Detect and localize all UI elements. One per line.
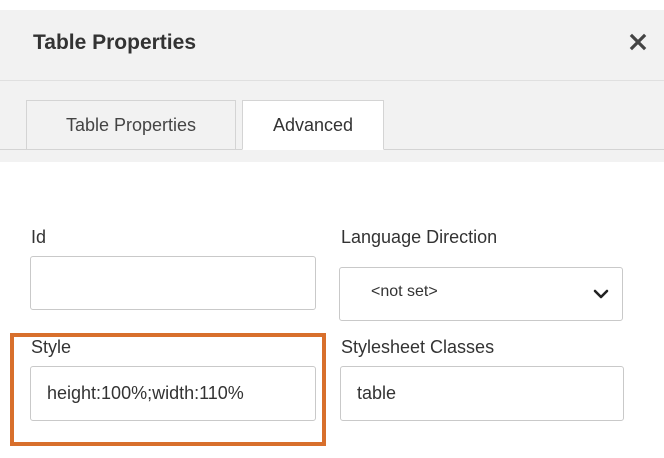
tab-label: Advanced <box>272 114 354 135</box>
stylesheet-classes-input[interactable] <box>340 366 624 421</box>
dialog-titlebar: Table Properties <box>0 10 664 81</box>
language-direction-label: Language Direction <box>341 227 498 247</box>
table-properties-dialog: Table Properties Table Properties Advanc… <box>0 10 664 458</box>
close-icon <box>629 33 647 51</box>
stylesheet-classes-label: Stylesheet Classes <box>341 337 495 357</box>
language-direction-value: <not set> <box>371 283 438 300</box>
language-direction-select[interactable]: <not set> <box>339 267 623 321</box>
tab-label: Table Properties <box>65 114 197 135</box>
id-input[interactable] <box>30 256 316 310</box>
close-button[interactable] <box>620 24 656 60</box>
tab-advanced[interactable]: Advanced <box>242 100 384 150</box>
dialog-title: Table Properties <box>33 31 196 54</box>
chevron-down-icon <box>593 289 609 299</box>
style-label: Style <box>31 337 72 357</box>
id-label: Id <box>31 227 47 247</box>
tab-table-properties[interactable]: Table Properties <box>26 100 236 149</box>
style-input[interactable] <box>30 366 316 421</box>
